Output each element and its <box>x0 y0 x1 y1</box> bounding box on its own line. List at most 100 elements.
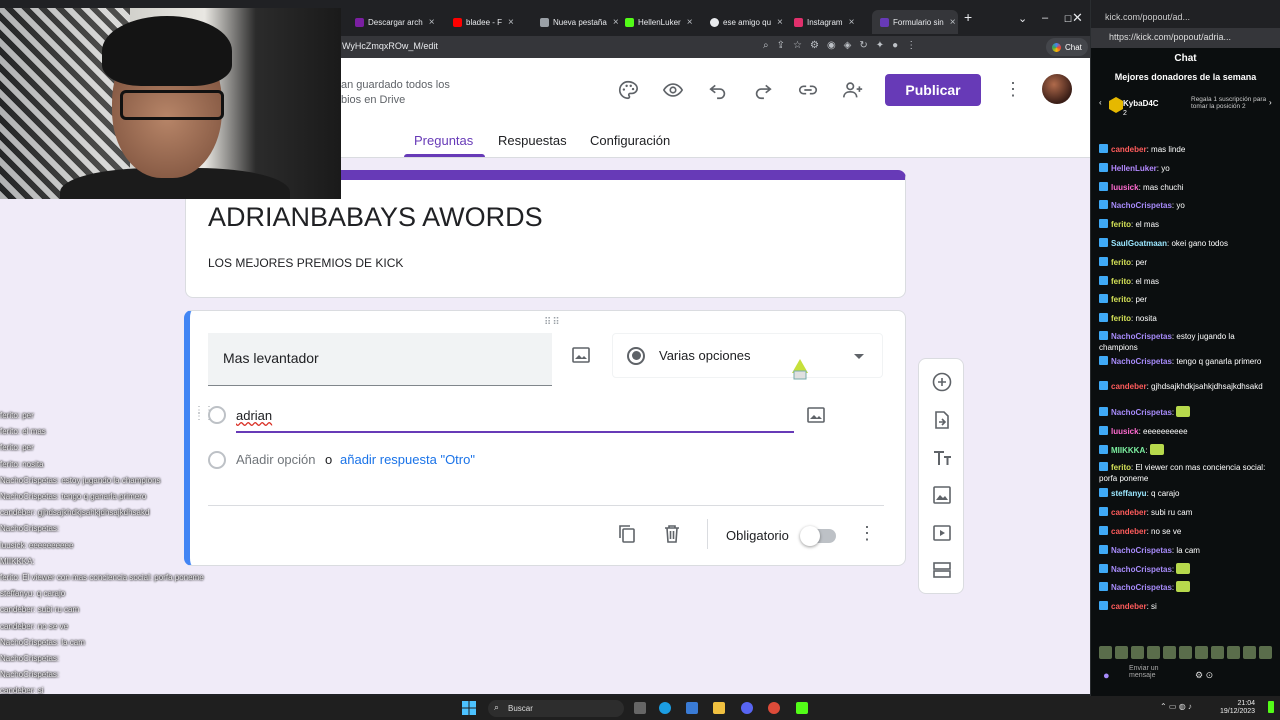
tab-bladee[interactable]: bladee - F × <box>453 12 533 32</box>
tab-responses[interactable]: Respuestas <box>498 133 567 148</box>
required-toggle[interactable] <box>800 526 836 546</box>
chat-username[interactable]: ferito <box>1111 295 1131 304</box>
add-video-icon[interactable] <box>932 523 952 543</box>
file-explorer-icon[interactable] <box>713 702 725 714</box>
add-title-icon[interactable] <box>932 448 952 468</box>
new-tab-button[interactable]: + <box>964 9 972 25</box>
link-icon[interactable] <box>797 79 819 101</box>
chat-username[interactable]: ferito <box>1111 314 1131 323</box>
duplicate-icon[interactable] <box>618 524 636 544</box>
chat-username[interactable]: candeber <box>1111 145 1147 154</box>
microphone-icon[interactable]: ● <box>1103 670 1110 682</box>
chevron-right-icon[interactable]: › <box>1269 98 1272 107</box>
maximize-button[interactable]: ☐ <box>1064 14 1072 25</box>
chat-username[interactable]: candeber <box>1111 602 1147 611</box>
drag-handle-icon[interactable]: ⠿⠿ <box>544 317 561 328</box>
add-image-icon[interactable] <box>932 485 952 505</box>
taskbar-search[interactable]: ⌕ Buscar <box>488 700 624 717</box>
tab-amigo[interactable]: ese amigo qu × <box>710 12 790 32</box>
chat-username[interactable]: HellenLuker <box>1111 164 1157 173</box>
chat-button[interactable]: Chat <box>1046 38 1088 56</box>
emote-icon[interactable] <box>1195 646 1208 659</box>
taskbar-clock[interactable]: 21:04 19/12/2023 <box>1220 700 1255 716</box>
zoom-icon[interactable]: ⌕ <box>763 40 769 51</box>
chat-username[interactable]: ferito <box>1111 277 1131 286</box>
emote-icon[interactable] <box>1211 646 1224 659</box>
kick-icon[interactable] <box>796 702 808 714</box>
tab-search-icon[interactable]: ⌄ <box>1018 12 1027 25</box>
chat-username[interactable]: NachoCrispetas <box>1111 408 1172 417</box>
tab-hellenluker[interactable]: HellenLuker × <box>625 12 705 32</box>
emote-icon[interactable] <box>1163 646 1176 659</box>
tab-formulario[interactable]: Formulario sin × <box>872 10 958 34</box>
chat-username[interactable]: candeber <box>1111 382 1147 391</box>
publish-button[interactable]: Publicar <box>885 74 981 106</box>
notification-icon[interactable] <box>1268 701 1274 713</box>
chat-username[interactable]: NachoCrispetas <box>1111 583 1172 592</box>
tab-questions[interactable]: Preguntas <box>414 133 473 148</box>
add-question-icon[interactable] <box>932 372 952 392</box>
undo-icon[interactable] <box>707 79 729 101</box>
chat-settings-icon[interactable]: ⚙ ⊙ <box>1195 670 1213 681</box>
emote-icon[interactable] <box>1147 646 1160 659</box>
emote-icon[interactable] <box>1115 646 1128 659</box>
chat-username[interactable]: NachoCrispetas <box>1111 565 1172 574</box>
emote-icon[interactable] <box>1227 646 1240 659</box>
chat-username[interactable]: luusick <box>1111 427 1139 436</box>
close-icon[interactable]: × <box>849 17 855 28</box>
extension-icon[interactable]: ⚙ <box>810 40 819 51</box>
extension-icon[interactable]: ◈ <box>844 40 852 51</box>
tab-nueva[interactable]: Nueva pestaña × <box>540 12 620 32</box>
edge-icon[interactable] <box>659 702 671 714</box>
store-icon[interactable] <box>686 702 698 714</box>
emote-icon[interactable] <box>1259 646 1272 659</box>
close-icon[interactable]: × <box>613 17 619 28</box>
emote-icon[interactable] <box>1243 646 1256 659</box>
question-title-input[interactable]: Mas levantador <box>208 333 552 386</box>
chat-username[interactable]: steffanyu <box>1111 489 1147 498</box>
emote-icon[interactable] <box>1099 646 1112 659</box>
delete-icon[interactable] <box>663 524 681 544</box>
chat-username[interactable]: MIIKKKA <box>1111 446 1145 455</box>
chat-username[interactable]: candeber <box>1111 508 1147 517</box>
redo-icon[interactable] <box>752 79 774 101</box>
minimize-button[interactable]: – <box>1042 12 1048 24</box>
star-icon[interactable]: ☆ <box>793 40 802 51</box>
top-donor-name[interactable]: KybaD4C <box>1123 99 1159 108</box>
tab-instagram[interactable]: Instagram × <box>794 12 870 32</box>
chevron-left-icon[interactable]: ‹ <box>1099 98 1102 107</box>
discord-icon[interactable] <box>741 702 753 714</box>
chat-username[interactable]: NachoCrispetas <box>1111 332 1172 341</box>
extension-icon[interactable]: ◉ <box>827 40 836 51</box>
kick-url[interactable]: https://kick.com/popout/adria... <box>1091 28 1280 48</box>
preview-eye-icon[interactable] <box>662 79 684 101</box>
emote-icon[interactable] <box>1131 646 1144 659</box>
chat-username[interactable]: ferito <box>1111 258 1131 267</box>
form-description[interactable]: LOS MEJORES PREMIOS DE KICK <box>208 256 403 270</box>
add-collaborator-icon[interactable] <box>842 79 864 101</box>
palette-icon[interactable] <box>617 79 639 101</box>
question-type-select[interactable]: Varias opciones <box>612 333 883 378</box>
reload-icon[interactable]: ↻ <box>859 40 867 51</box>
system-tray-icons[interactable]: ⌃ ▭ ◍ ♪ <box>1160 702 1192 711</box>
tab-descargar[interactable]: Descargar arch × <box>355 12 445 32</box>
form-title[interactable]: ADRIANBABAYS AWORDS <box>208 202 543 233</box>
emote-icon[interactable] <box>1179 646 1192 659</box>
close-icon[interactable]: × <box>777 17 783 28</box>
close-icon[interactable]: × <box>429 17 435 28</box>
puzzle-icon[interactable]: ✦ <box>876 40 884 51</box>
windows-start-icon[interactable] <box>462 701 476 715</box>
chat-username[interactable]: SaulGoatmaan <box>1111 239 1167 248</box>
menu-icon[interactable]: ⋮ <box>906 40 916 51</box>
url-text[interactable]: WyHcZmqxROw_M/edit <box>342 41 438 51</box>
profile-icon[interactable]: ● <box>892 40 898 51</box>
chat-username[interactable]: ferito <box>1111 220 1131 229</box>
chat-username[interactable]: candeber <box>1111 527 1147 536</box>
avatar[interactable] <box>1042 74 1072 104</box>
more-options-icon[interactable]: ⋮ <box>1004 78 1022 100</box>
chat-input-area[interactable]: ● Enviar un mensaje ⚙ ⊙ <box>1099 664 1275 692</box>
close-icon[interactable]: × <box>687 17 693 28</box>
task-view-icon[interactable] <box>634 702 646 714</box>
question-card[interactable]: ⠿⠿ Mas levantador Varias opciones ⋮⋮ ⋮⋮ a… <box>184 310 906 566</box>
chat-username[interactable]: NachoCrispetas <box>1111 546 1172 555</box>
